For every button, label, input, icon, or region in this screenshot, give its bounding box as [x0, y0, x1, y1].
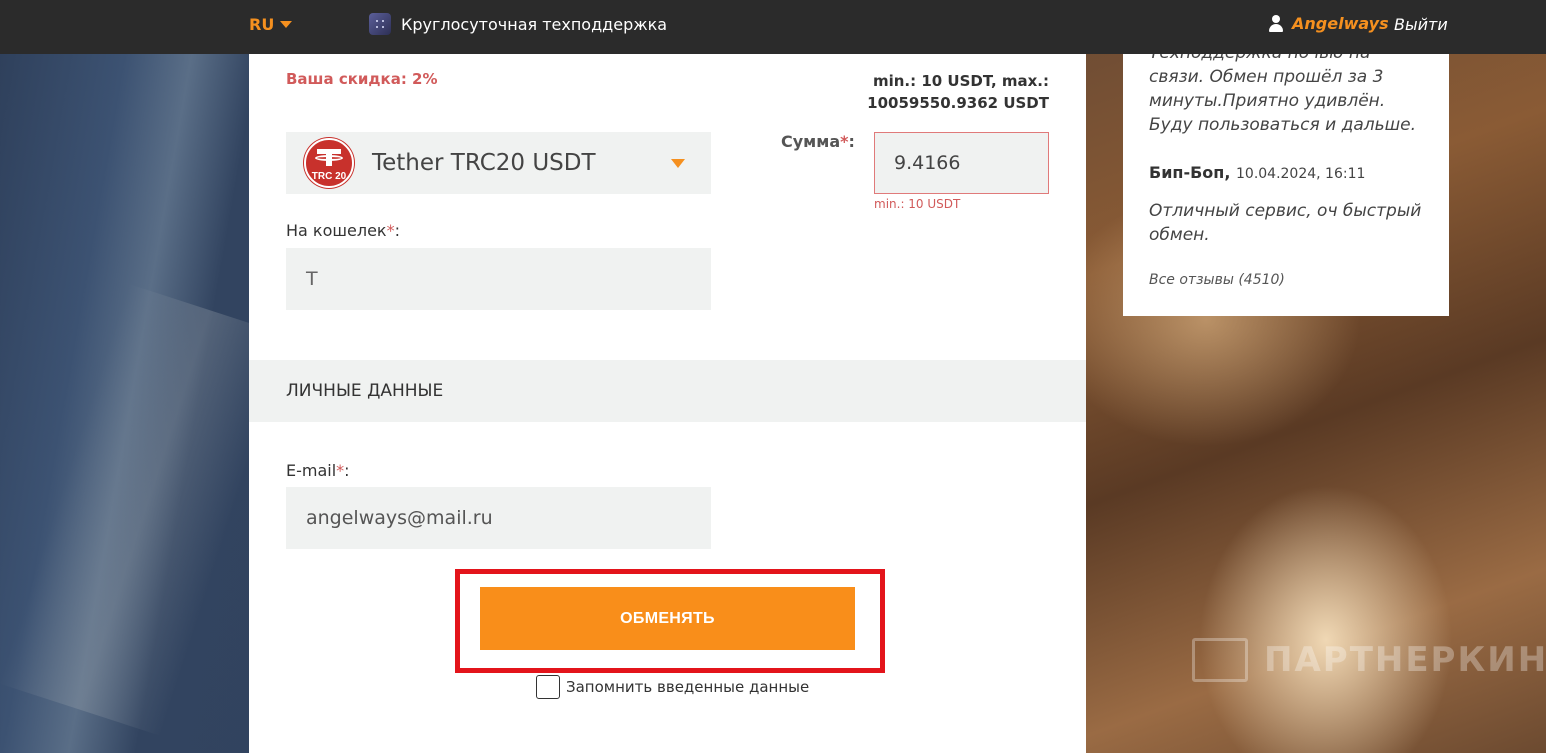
label-colon: :	[344, 461, 350, 480]
email-label-text: E-mail	[286, 461, 337, 480]
all-reviews-link[interactable]: Все отзывы (4510)	[1149, 272, 1285, 288]
amount-input[interactable]: 9.4166	[874, 132, 1049, 194]
remember-checkbox[interactable]	[536, 675, 560, 699]
review-author: Бип-Боп, 10.04.2024, 16:11	[1149, 163, 1365, 182]
tether-icon: TRC 20	[304, 138, 354, 188]
user-icon	[1268, 14, 1284, 33]
remember-data-option[interactable]: Запомнить введенные данные	[536, 675, 809, 699]
support-link[interactable]: Круглосуточная техподдержка	[369, 13, 667, 35]
amount-label: Сумма*:	[781, 132, 855, 151]
currency-select[interactable]: TRC 20 Tether TRC20 USDT	[286, 132, 711, 194]
label-colon: :	[848, 132, 855, 151]
remember-label: Запомнить введенные данные	[566, 678, 810, 696]
support-label: Круглосуточная техподдержка	[401, 14, 668, 34]
wallet-input[interactable]: T	[286, 248, 711, 310]
review-date: 10.04.2024, 16:11	[1236, 166, 1366, 182]
required-mark: *	[336, 461, 345, 480]
language-selector[interactable]: RU	[249, 15, 293, 34]
reviews-card: Техподдержка почью на связи. Обмен прошё…	[1123, 54, 1449, 316]
amount-error: min.: 10 USDT	[874, 197, 961, 211]
language-label: RU	[249, 15, 275, 34]
watermark: ПАРТНЕРКИН	[1192, 638, 1546, 682]
tether-icon-label: TRC 20	[311, 171, 347, 182]
email-input[interactable]: angelways@mail.ru	[286, 487, 711, 549]
required-mark: *	[840, 132, 849, 151]
exchange-button[interactable]: ОБМЕНЯТЬ	[480, 587, 855, 650]
chevron-down-icon	[280, 21, 293, 28]
user-profile-link[interactable]: Angelways	[1268, 14, 1389, 33]
logout-link[interactable]: Выйти	[1394, 15, 1448, 34]
wallet-label-text: На кошелек	[286, 221, 387, 240]
tether-icon-stem	[326, 152, 332, 166]
review-author-name: Бип-Боп,	[1149, 163, 1231, 182]
review-text: Отличный сервис, оч быстрый обмен.	[1149, 201, 1422, 245]
label-colon: :	[394, 221, 400, 240]
required-mark: *	[386, 221, 395, 240]
watermark-logo-icon	[1192, 638, 1248, 682]
watermark-text: ПАРТНЕРКИН	[1264, 640, 1546, 680]
amount-label-text: Сумма	[781, 132, 841, 151]
exchange-form-panel: Ваша скидка: 2% min.: 10 USDT, max.: 100…	[249, 54, 1086, 753]
top-bar: RU Круглосуточная техподдержка Angelways…	[0, 0, 1546, 54]
support-icon	[369, 13, 391, 35]
currency-name: Tether TRC20 USDT	[372, 150, 596, 176]
amount-limits: min.: 10 USDT, max.: 10059550.9362 USDT	[867, 72, 1049, 112]
discount-label: Ваша скидка: 2%	[286, 70, 438, 88]
wallet-label: На кошелек*:	[286, 221, 400, 240]
email-label: E-mail*:	[286, 461, 350, 480]
review-text: Техподдержка почью на связи. Обмен прошё…	[1149, 54, 1417, 135]
personal-data-heading: ЛИЧНЫЕ ДАННЫЕ	[249, 360, 1086, 422]
background-streak	[0, 284, 291, 736]
username: Angelways	[1292, 14, 1389, 33]
chevron-down-icon	[671, 159, 685, 168]
